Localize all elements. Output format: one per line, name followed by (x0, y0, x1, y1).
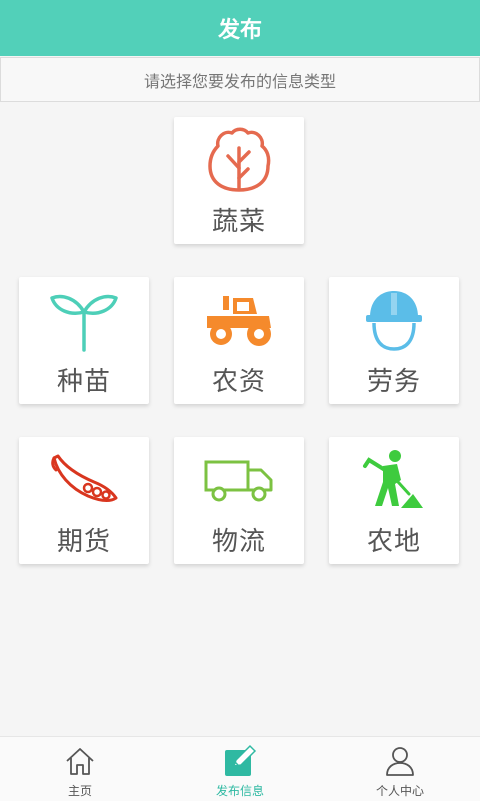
tractor-icon (199, 287, 279, 353)
category-label: 蔬菜 (211, 207, 266, 237)
nav-profile[interactable]: 个人中心 (320, 737, 480, 801)
category-labor-button[interactable]: 劳务 (329, 277, 459, 404)
home-icon (62, 743, 98, 779)
nav-home[interactable]: 主页 (0, 737, 160, 801)
category-label: 农资 (211, 367, 266, 397)
seedling-icon (44, 287, 124, 353)
user-icon (382, 743, 418, 779)
category-label: 物流 (211, 527, 266, 557)
category-label: 期货 (56, 527, 111, 557)
info-type-prompt: 请选择您要发布的信息类型 (143, 71, 336, 91)
category-seedling-button[interactable]: 种苗 (19, 277, 149, 404)
category-futures-button[interactable]: 期货 (19, 437, 149, 564)
bottom-navigation: 主页 发布信息 个人中心 (0, 736, 480, 801)
category-farmland-button[interactable]: 农地 (329, 437, 459, 564)
category-label: 劳务 (366, 367, 421, 397)
nav-home-label: 主页 (67, 784, 92, 798)
nav-profile-label: 个人中心 (375, 784, 424, 798)
hard-hat-icon (354, 287, 434, 353)
page-title: 发布 (217, 18, 262, 43)
nav-publish[interactable]: 发布信息 (160, 737, 320, 801)
nav-publish-label: 发布信息 (215, 784, 264, 798)
category-agri-supply-button[interactable]: 农资 (174, 277, 304, 404)
pea-pod-icon (44, 447, 124, 513)
lettuce-icon (199, 127, 279, 193)
edit-icon (222, 743, 258, 779)
truck-icon (199, 447, 279, 513)
digging-worker-icon (354, 447, 434, 513)
category-label: 种苗 (56, 367, 111, 397)
category-label: 农地 (366, 527, 421, 557)
info-type-prompt-bar: 请选择您要发布的信息类型 (0, 57, 480, 102)
app-header: 发布 (0, 0, 480, 56)
category-vegetable-button[interactable]: 蔬菜 (174, 117, 304, 244)
category-logistics-button[interactable]: 物流 (174, 437, 304, 564)
